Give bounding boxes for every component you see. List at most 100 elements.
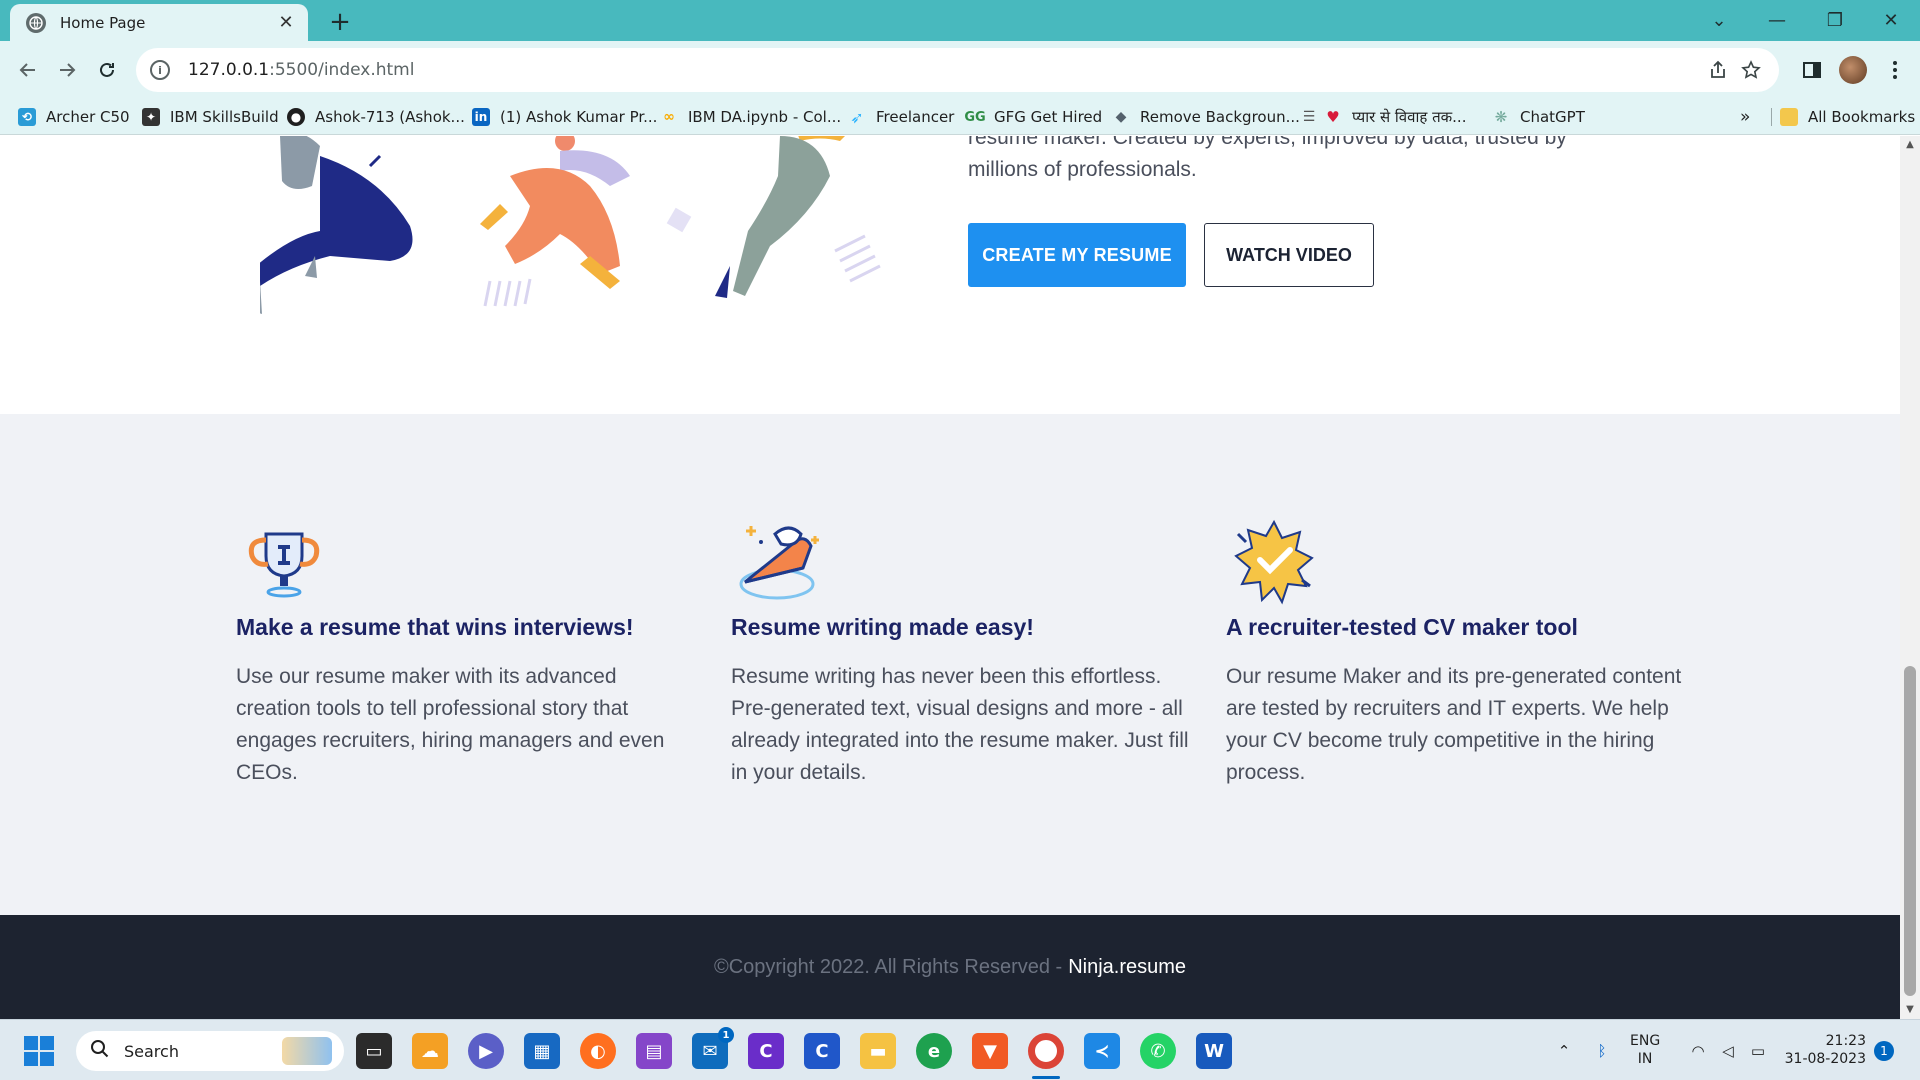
chrome-active-indicator <box>1032 1076 1060 1079</box>
language-indicator[interactable]: ENG IN <box>1630 1032 1660 1068</box>
site-info-icon[interactable]: i <box>150 60 170 80</box>
bookmark-hindi[interactable]: ☰ ♥ प्यार से विवाह तक... <box>1300 105 1467 129</box>
watch-video-button[interactable]: WATCH VIDEO <box>1204 223 1374 287</box>
hero-section: resume maker. Created by experts, improv… <box>0 136 1900 414</box>
folder-icon <box>1780 108 1798 126</box>
bookmark-label: Freelancer <box>876 108 955 126</box>
tray-overflow-chevron-icon[interactable]: ⌃ <box>1552 1020 1576 1080</box>
canva-alt-icon[interactable]: C <box>804 1033 840 1069</box>
tab-close-icon[interactable]: ✕ <box>276 12 296 33</box>
bookmark-chatgpt[interactable]: ❋ ChatGPT <box>1492 105 1585 129</box>
bookmark-label: ChatGPT <box>1520 108 1585 126</box>
bookmark-github[interactable]: ● Ashok-713 (Ashok... <box>287 105 465 129</box>
region-code: IN <box>1637 1051 1653 1067</box>
page-scrollbar[interactable]: ▲ ▼ <box>1900 136 1920 1019</box>
bookmark-freelancer[interactable]: ➶ Freelancer <box>848 105 954 129</box>
wifi-icon[interactable]: ◠ <box>1686 1020 1710 1080</box>
feature-body: Use our resume maker with its advanced c… <box>236 665 665 784</box>
removebg-icon: ◆ <box>1115 109 1127 125</box>
battery-icon[interactable]: ▭ <box>1746 1020 1770 1080</box>
mail-badge: 1 <box>718 1027 734 1043</box>
tab-search-dropdown-icon[interactable]: ⌄ <box>1690 0 1748 41</box>
bookmark-label: Remove Backgroun... <box>1140 108 1300 126</box>
create-my-resume-button[interactable]: CREATE MY RESUME <box>968 223 1186 287</box>
bookmark-star-icon[interactable] <box>1739 58 1763 82</box>
address-bar[interactable]: i 127.0.0.1:5500/index.html <box>136 48 1779 92</box>
task-view-icon[interactable]: ▭ <box>356 1033 392 1069</box>
cake-slice-icon <box>739 526 819 600</box>
feature-title: Resume writing made easy! <box>731 614 1034 640</box>
bookmark-label: Archer C50 <box>46 108 130 126</box>
mail-icon[interactable]: ✉ 1 <box>692 1027 734 1069</box>
hero-illustration <box>260 136 881 314</box>
scroll-up-arrow-icon[interactable]: ▲ <box>1900 136 1920 154</box>
tab-home-page[interactable]: Home Page ✕ <box>10 4 308 41</box>
feature-title: Make a resume that wins interviews! <box>236 614 634 640</box>
restore-button[interactable]: ❐ <box>1806 0 1864 41</box>
bookmark-gfg[interactable]: GG GFG Get Hired <box>964 105 1103 129</box>
features-section: Make a resume that wins interviews! Use … <box>0 414 1900 915</box>
arrow-left-icon <box>19 63 35 77</box>
taskbar-search-box[interactable]: Search <box>76 1031 344 1071</box>
scrollbar-thumb[interactable] <box>1904 666 1916 996</box>
widgets-icon[interactable]: ☁ <box>412 1033 448 1069</box>
firefox-icon[interactable]: ◐ <box>580 1033 616 1069</box>
side-panel-icon[interactable] <box>1797 55 1827 85</box>
feature-body: Resume writing has never been this effor… <box>731 665 1189 784</box>
file-explorer-icon[interactable]: ▬ <box>860 1033 896 1069</box>
url-path: :5500/index.html <box>269 60 415 80</box>
bookmarks-overflow-button[interactable]: » <box>1740 105 1750 129</box>
all-bookmarks-button[interactable]: All Bookmarks <box>1780 105 1915 129</box>
bookmark-archer[interactable]: ⟲ Archer C50 <box>18 105 130 129</box>
profile-avatar[interactable] <box>1838 55 1868 85</box>
search-placeholder: Search <box>124 1041 179 1061</box>
forward-button[interactable] <box>49 52 85 88</box>
bookmark-label: GFG Get Hired <box>994 108 1103 126</box>
canva-icon[interactable]: C <box>748 1033 784 1069</box>
ibm-icon: ✦ <box>142 108 160 126</box>
notification-badge[interactable]: 1 <box>1874 1041 1894 1061</box>
chrome-icon[interactable] <box>1028 1033 1064 1069</box>
bookmarks-separator <box>1771 108 1772 126</box>
chatgpt-icon: ❋ <box>1494 108 1508 126</box>
bluetooth-icon[interactable]: ᛒ <box>1590 1020 1614 1080</box>
edge-icon[interactable]: e <box>916 1033 952 1069</box>
scroll-down-arrow-icon[interactable]: ▼ <box>1900 1001 1920 1019</box>
bookmark-label: प्यार से विवाह तक... <box>1352 108 1467 126</box>
gfg-icon: GG <box>964 109 986 125</box>
back-button[interactable] <box>10 52 46 88</box>
tplink-icon: ⟲ <box>18 108 36 126</box>
bookmark-removebg[interactable]: ◆ Remove Backgroun... <box>1112 105 1300 129</box>
share-icon[interactable] <box>1706 58 1730 82</box>
whatsapp-icon[interactable]: ✆ <box>1140 1033 1176 1069</box>
word-icon[interactable]: W <box>1196 1033 1232 1069</box>
feature-body: Our resume Maker and its pre-generated c… <box>1226 665 1682 784</box>
close-window-button[interactable]: ✕ <box>1862 0 1920 41</box>
windows-start-icon[interactable] <box>24 1036 54 1066</box>
trophy-icon <box>248 532 320 598</box>
footer-brand-link[interactable]: Ninja.resume <box>1068 956 1186 979</box>
teams-chat-icon[interactable]: ▶ <box>468 1033 504 1069</box>
linkedin-icon: in <box>472 108 490 126</box>
url-text: 127.0.0.1:5500/index.html <box>188 60 414 80</box>
tab-title: Home Page <box>60 13 146 32</box>
new-tab-button[interactable]: + <box>326 7 354 37</box>
menu-dots-icon[interactable] <box>1880 55 1910 85</box>
brave-icon[interactable]: ▼ <box>972 1033 1008 1069</box>
clipchamp-icon[interactable]: ▤ <box>636 1033 672 1069</box>
microsoft-store-icon[interactable]: ▦ <box>524 1033 560 1069</box>
search-highlight-image <box>282 1037 332 1065</box>
clock-time: 21:23 <box>1825 1033 1866 1049</box>
bookmark-colab[interactable]: ∞ IBM DA.ipynb - Col... <box>660 105 841 129</box>
vscode-icon[interactable]: ≺ <box>1084 1033 1120 1069</box>
bookmark-ibm-skillsbuild[interactable]: ✦ IBM SkillsBuild <box>142 105 279 129</box>
reload-button[interactable] <box>89 52 125 88</box>
bookmarks-bar: ⟲ Archer C50 ✦ IBM SkillsBuild ● Ashok-7… <box>0 99 1920 135</box>
minimize-button[interactable]: — <box>1748 0 1806 41</box>
browser-toolbar: i 127.0.0.1:5500/index.html <box>0 41 1920 99</box>
feature-title: A recruiter-tested CV maker tool <box>1226 614 1578 640</box>
volume-icon[interactable]: ◁ <box>1716 1020 1740 1080</box>
bookmark-linkedin[interactable]: in (1) Ashok Kumar Pr... <box>472 105 657 129</box>
taskbar-clock[interactable]: 21:23 31-08-2023 <box>1784 1032 1866 1068</box>
freelancer-icon: ➶ <box>850 107 864 127</box>
